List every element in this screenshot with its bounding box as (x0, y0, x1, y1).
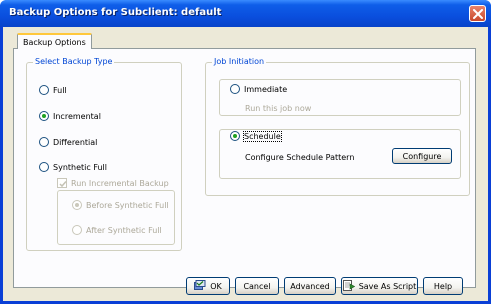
radio-synthetic-full-indicator (39, 162, 49, 172)
radio-synthetic-full[interactable]: Synthetic Full (39, 162, 107, 172)
save-as-script-button[interactable]: Save As Script (341, 277, 418, 295)
radio-differential-indicator (39, 137, 49, 147)
ok-button-label: OK (210, 281, 222, 291)
close-button[interactable] (469, 5, 486, 22)
ok-button[interactable]: OK (186, 277, 230, 295)
tab-backup-options[interactable]: Backup Options (17, 33, 92, 49)
backup-type-group: Select Backup Type Full Incremental Diff… (26, 57, 182, 251)
radio-full-label: Full (53, 85, 67, 95)
window-title: Backup Options for Subclient: default (9, 7, 222, 18)
radio-schedule[interactable]: Schedule (230, 130, 282, 142)
help-button-label: Help (433, 281, 453, 291)
advanced-button-label: Advanced (290, 281, 330, 291)
configure-button-label: Configure (402, 151, 442, 161)
dialog-body: Backup Options Select Backup Type Full I… (3, 27, 488, 301)
ok-icon (194, 280, 206, 292)
radio-immediate-indicator (230, 84, 240, 94)
radio-differential[interactable]: Differential (39, 137, 97, 147)
schedule-section: Schedule Configure Schedule Pattern Conf… (219, 129, 461, 179)
save-as-script-label: Save As Script (358, 281, 417, 291)
radio-synthetic-full-label: Synthetic Full (53, 162, 107, 172)
help-button[interactable]: Help (423, 277, 463, 295)
radio-before-synthetic-full[interactable]: Before Synthetic Full (72, 200, 169, 210)
run-incremental-checkbox[interactable]: Run Incremental Backup (57, 178, 169, 188)
dialog-window: Backup Options for Subclient: default Ba… (0, 0, 491, 304)
synthetic-order-group: Before Synthetic Full After Synthetic Fu… (57, 190, 175, 245)
radio-immediate-label: Immediate (244, 84, 288, 94)
radio-immediate[interactable]: Immediate (230, 84, 287, 94)
job-initiation-group: Job Initiation Immediate Run this job no… (205, 57, 470, 196)
cancel-button-label: Cancel (243, 281, 271, 291)
radio-after-label: After Synthetic Full (86, 225, 162, 235)
radio-incremental-indicator (39, 111, 49, 121)
radio-incremental[interactable]: Incremental (39, 111, 101, 121)
configure-button[interactable]: Configure (392, 148, 452, 164)
radio-schedule-label: Schedule (243, 130, 282, 142)
immediate-description: Run this job now (245, 104, 312, 113)
backup-type-legend: Select Backup Type (33, 57, 115, 66)
schedule-description: Configure Schedule Pattern (245, 153, 355, 162)
radio-before-label: Before Synthetic Full (86, 200, 169, 210)
script-icon (342, 279, 355, 293)
run-incremental-box (57, 178, 67, 188)
job-initiation-legend: Job Initiation (212, 57, 267, 66)
radio-full[interactable]: Full (39, 85, 67, 95)
radio-incremental-label: Incremental (53, 111, 101, 121)
title-bar[interactable]: Backup Options for Subclient: default (0, 0, 491, 27)
tab-label: Backup Options (23, 38, 86, 47)
close-icon (473, 9, 483, 19)
advanced-button[interactable]: Advanced (284, 277, 336, 295)
radio-differential-label: Differential (53, 137, 98, 147)
radio-full-indicator (39, 85, 49, 95)
radio-before-indicator (72, 200, 82, 210)
cancel-button[interactable]: Cancel (235, 277, 279, 295)
radio-schedule-indicator (230, 131, 240, 141)
checkmark-icon (59, 181, 67, 188)
radio-after-synthetic-full[interactable]: After Synthetic Full (72, 225, 162, 235)
backup-options-panel: Select Backup Type Full Incremental Diff… (13, 48, 476, 288)
radio-after-indicator (72, 225, 82, 235)
run-incremental-label: Run Incremental Backup (71, 178, 169, 188)
immediate-section: Immediate Run this job now (219, 79, 461, 116)
